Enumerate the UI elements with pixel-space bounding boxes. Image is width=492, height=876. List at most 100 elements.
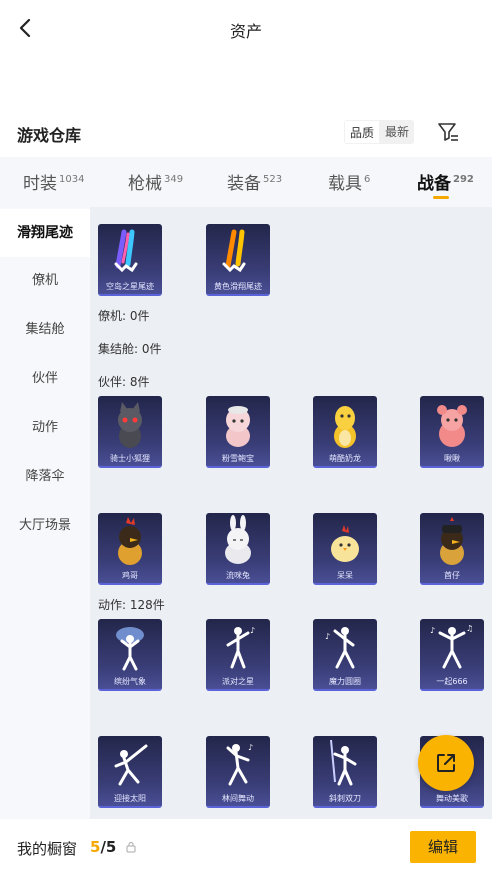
item-card[interactable]: 呆呆 bbox=[313, 513, 377, 585]
item-name: 缤纷气象 bbox=[114, 677, 146, 686]
chief-icon bbox=[440, 517, 464, 565]
nav-bar: 资产 bbox=[0, 0, 492, 58]
showcase-current: 5 bbox=[90, 838, 101, 856]
tab-fashion[interactable]: 时装 1034 bbox=[23, 169, 84, 194]
showcase-total: 5 bbox=[105, 838, 117, 856]
item-name: 萌酷奶龙 bbox=[329, 454, 361, 463]
tab-count: 523 bbox=[263, 174, 283, 185]
item-card[interactable]: 啾啾 bbox=[420, 396, 484, 468]
item-card[interactable]: ♪ ♫ 一起666 bbox=[420, 619, 484, 691]
sidebar-item-emote[interactable]: 动作 bbox=[0, 404, 90, 452]
edit-button[interactable]: 编辑 bbox=[410, 831, 476, 863]
group-label-pod: 集结舱: 0件 bbox=[98, 342, 162, 356]
milk-dragon-icon bbox=[334, 406, 356, 448]
chick-icon bbox=[331, 525, 359, 562]
item-card[interactable]: 鸡哥 bbox=[98, 513, 162, 585]
item-name: 空岛之星尾迹 bbox=[106, 282, 154, 291]
item-name: 黄色滑翔尾迹 bbox=[214, 282, 262, 291]
item-name: 啾啾 bbox=[444, 454, 460, 463]
tab-label: 战备 bbox=[417, 174, 451, 194]
item-card[interactable]: 流咪兔 bbox=[206, 513, 270, 585]
item-name: 魔力圆圈 bbox=[329, 677, 361, 686]
tab-count: 349 bbox=[164, 174, 184, 185]
dance-pose-icon: ♪ ♫ bbox=[430, 624, 473, 669]
dance-pose-icon: ♪ bbox=[325, 627, 355, 669]
chicken-icon bbox=[118, 517, 142, 565]
item-card[interactable]: 空岛之星尾迹 bbox=[98, 224, 162, 296]
item-card[interactable]: 萌酷奶龙 bbox=[313, 396, 377, 468]
item-name: 派对之星 bbox=[222, 677, 254, 686]
trail-rainbow-icon bbox=[114, 229, 138, 273]
item-name: 流咪兔 bbox=[226, 571, 250, 580]
item-name: 酋仔 bbox=[444, 571, 460, 580]
sidebar-item-pod[interactable]: 集结舱 bbox=[0, 306, 90, 354]
item-card[interactable]: ♪ 派对之星 bbox=[206, 619, 270, 691]
item-card[interactable]: 粉雪鲍宝 bbox=[206, 396, 270, 468]
fox-knight-icon bbox=[118, 402, 142, 448]
item-card[interactable]: ♪ 林间舞动 bbox=[206, 736, 270, 808]
item-name: 粉雪鲍宝 bbox=[222, 454, 254, 463]
tab-vehicles[interactable]: 载具 6 bbox=[328, 169, 370, 194]
jiujiu-icon bbox=[437, 405, 467, 447]
active-tab-indicator bbox=[433, 196, 449, 199]
group-label-wingman: 僚机: 0件 bbox=[98, 309, 150, 323]
sidebar-item-lobby-scene[interactable]: 大厅场景 bbox=[0, 502, 90, 550]
sidebar-item-trail[interactable]: 滑翔尾迹 bbox=[0, 209, 90, 257]
item-name: 舞动美歌 bbox=[436, 794, 468, 803]
item-name: 林间舞动 bbox=[222, 794, 254, 803]
tab-label: 载具 bbox=[328, 174, 362, 194]
tab-combat-gear[interactable]: 战备 292 bbox=[417, 169, 474, 199]
tab-count: 6 bbox=[364, 174, 371, 185]
tab-count: 292 bbox=[453, 174, 474, 185]
group-label-partner: 伙伴: 8件 bbox=[98, 375, 150, 389]
showcase-label: 我的橱窗 bbox=[17, 840, 78, 858]
item-card[interactable]: 酋仔 bbox=[420, 513, 484, 585]
item-name: 骑士小狐狸 bbox=[110, 454, 150, 463]
tab-equipment[interactable]: 装备 523 bbox=[227, 169, 282, 194]
item-card[interactable]: 黄色滑翔尾迹 bbox=[206, 224, 270, 296]
item-name: 鸡哥 bbox=[122, 571, 138, 580]
sort-quality-option[interactable]: 品质 bbox=[344, 120, 381, 144]
warehouse-title: 游戏仓库 bbox=[17, 126, 82, 145]
external-link-icon bbox=[437, 754, 455, 772]
bunny-icon bbox=[225, 515, 251, 564]
tab-label: 枪械 bbox=[128, 174, 162, 194]
item-card[interactable]: 缤纷气象 bbox=[98, 619, 162, 691]
item-name: 呆呆 bbox=[337, 571, 353, 580]
sidebar: 滑翔尾迹 僚机 集结舱 伙伴 动作 降落伞 大厅场景 bbox=[0, 207, 90, 819]
item-card[interactable]: 骑士小狐狸 bbox=[98, 396, 162, 468]
item-card[interactable]: 斜刺双刀 bbox=[313, 736, 377, 808]
dance-pose-icon: ♪ bbox=[226, 743, 253, 786]
lock-icon bbox=[126, 842, 136, 853]
svg-text:♪: ♪ bbox=[250, 626, 255, 635]
svg-text:♪: ♪ bbox=[325, 632, 330, 641]
filter-icon[interactable] bbox=[436, 120, 460, 144]
category-tabs: 时装 1034 枪械 349 装备 523 载具 6 战备 292 bbox=[0, 157, 492, 207]
svg-text:♪: ♪ bbox=[248, 743, 253, 752]
showcase-count: 5/5 bbox=[90, 838, 116, 856]
item-name: 一起666 bbox=[436, 677, 468, 686]
trail-yellow-icon bbox=[222, 229, 246, 273]
snow-pet-icon bbox=[226, 406, 250, 447]
item-grid: 空岛之星尾迹 黄色滑翔尾迹 僚机: 0件 集结舱: 0件 伙伴: 8件 骑士小狐… bbox=[90, 207, 492, 819]
tab-count: 1034 bbox=[59, 174, 85, 185]
dance-pose-icon bbox=[330, 739, 357, 786]
item-name: 斜刺双刀 bbox=[329, 794, 361, 803]
sidebar-item-parachute[interactable]: 降落伞 bbox=[0, 453, 90, 501]
sidebar-item-wingman[interactable]: 僚机 bbox=[0, 257, 90, 305]
dance-pose-icon bbox=[114, 744, 148, 786]
sidebar-item-partner[interactable]: 伙伴 bbox=[0, 355, 90, 403]
dance-pose-icon: ♪ bbox=[226, 626, 255, 669]
tab-label: 时装 bbox=[23, 174, 57, 194]
item-card[interactable]: 迎接太阳 bbox=[98, 736, 162, 808]
sort-toggle: 品质 最新 bbox=[344, 120, 415, 144]
showcase-bar: 我的橱窗 5/5 编辑 bbox=[0, 819, 492, 876]
item-card[interactable]: ♪ 魔力圆圈 bbox=[313, 619, 377, 691]
share-button[interactable] bbox=[418, 735, 474, 791]
group-label-emote: 动作: 128件 bbox=[98, 598, 165, 612]
sort-latest-option[interactable]: 最新 bbox=[380, 120, 414, 144]
tab-weapons[interactable]: 枪械 349 bbox=[128, 169, 183, 194]
dance-pose-icon bbox=[116, 627, 144, 671]
tab-label: 装备 bbox=[227, 174, 261, 194]
page-title: 资产 bbox=[229, 22, 262, 41]
